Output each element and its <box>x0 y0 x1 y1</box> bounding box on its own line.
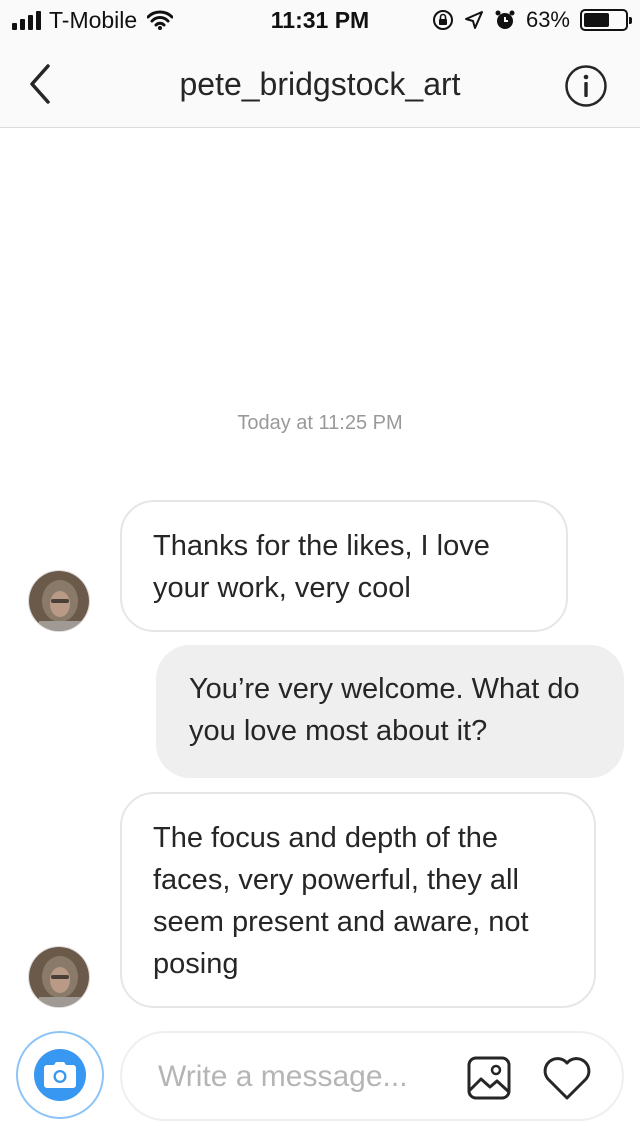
avatar[interactable] <box>28 570 90 632</box>
heart-icon <box>543 1057 591 1100</box>
status-bar: T-Mobile 11:31 PM 63% <box>0 0 640 40</box>
profile-photo <box>29 571 89 631</box>
chat-title[interactable]: pete_bridgstock_art <box>0 66 640 103</box>
camera-icon <box>44 1062 76 1088</box>
info-button[interactable] <box>564 64 608 108</box>
alarm-icon <box>495 10 515 29</box>
message-bubble-incoming[interactable]: The focus and depth of the faces, very p… <box>120 792 596 1008</box>
like-button[interactable] <box>542 1055 592 1101</box>
message-input[interactable] <box>158 1055 448 1099</box>
conversation-header: pete_bridgstock_art <box>0 40 640 128</box>
status-right: 63% <box>432 7 632 33</box>
conversation-timestamp: Today at 11:25 PM <box>237 412 403 434</box>
camera-button[interactable] <box>16 1031 104 1119</box>
message-text: Thanks for the likes, I love your work, … <box>153 530 490 604</box>
message-bubble-outgoing[interactable]: You’re very welcome. What do you love mo… <box>156 645 624 778</box>
info-icon <box>565 65 607 107</box>
message-text: The focus and depth of the faces, very p… <box>153 822 529 980</box>
battery-percent: 63% <box>525 7 570 32</box>
message-bubble-incoming[interactable]: Thanks for the likes, I love your work, … <box>120 500 568 632</box>
gallery-button[interactable] <box>466 1055 512 1101</box>
battery-icon <box>580 9 632 31</box>
message-composer <box>120 1031 624 1121</box>
location-icon <box>464 11 483 29</box>
camera-button-fill <box>34 1049 86 1101</box>
avatar[interactable] <box>28 946 90 1008</box>
rotation-lock-icon <box>432 10 453 30</box>
battery-level-fill <box>584 13 610 27</box>
image-icon <box>467 1056 511 1100</box>
message-text: You’re very welcome. What do you love mo… <box>189 673 580 747</box>
profile-photo <box>29 947 89 1007</box>
